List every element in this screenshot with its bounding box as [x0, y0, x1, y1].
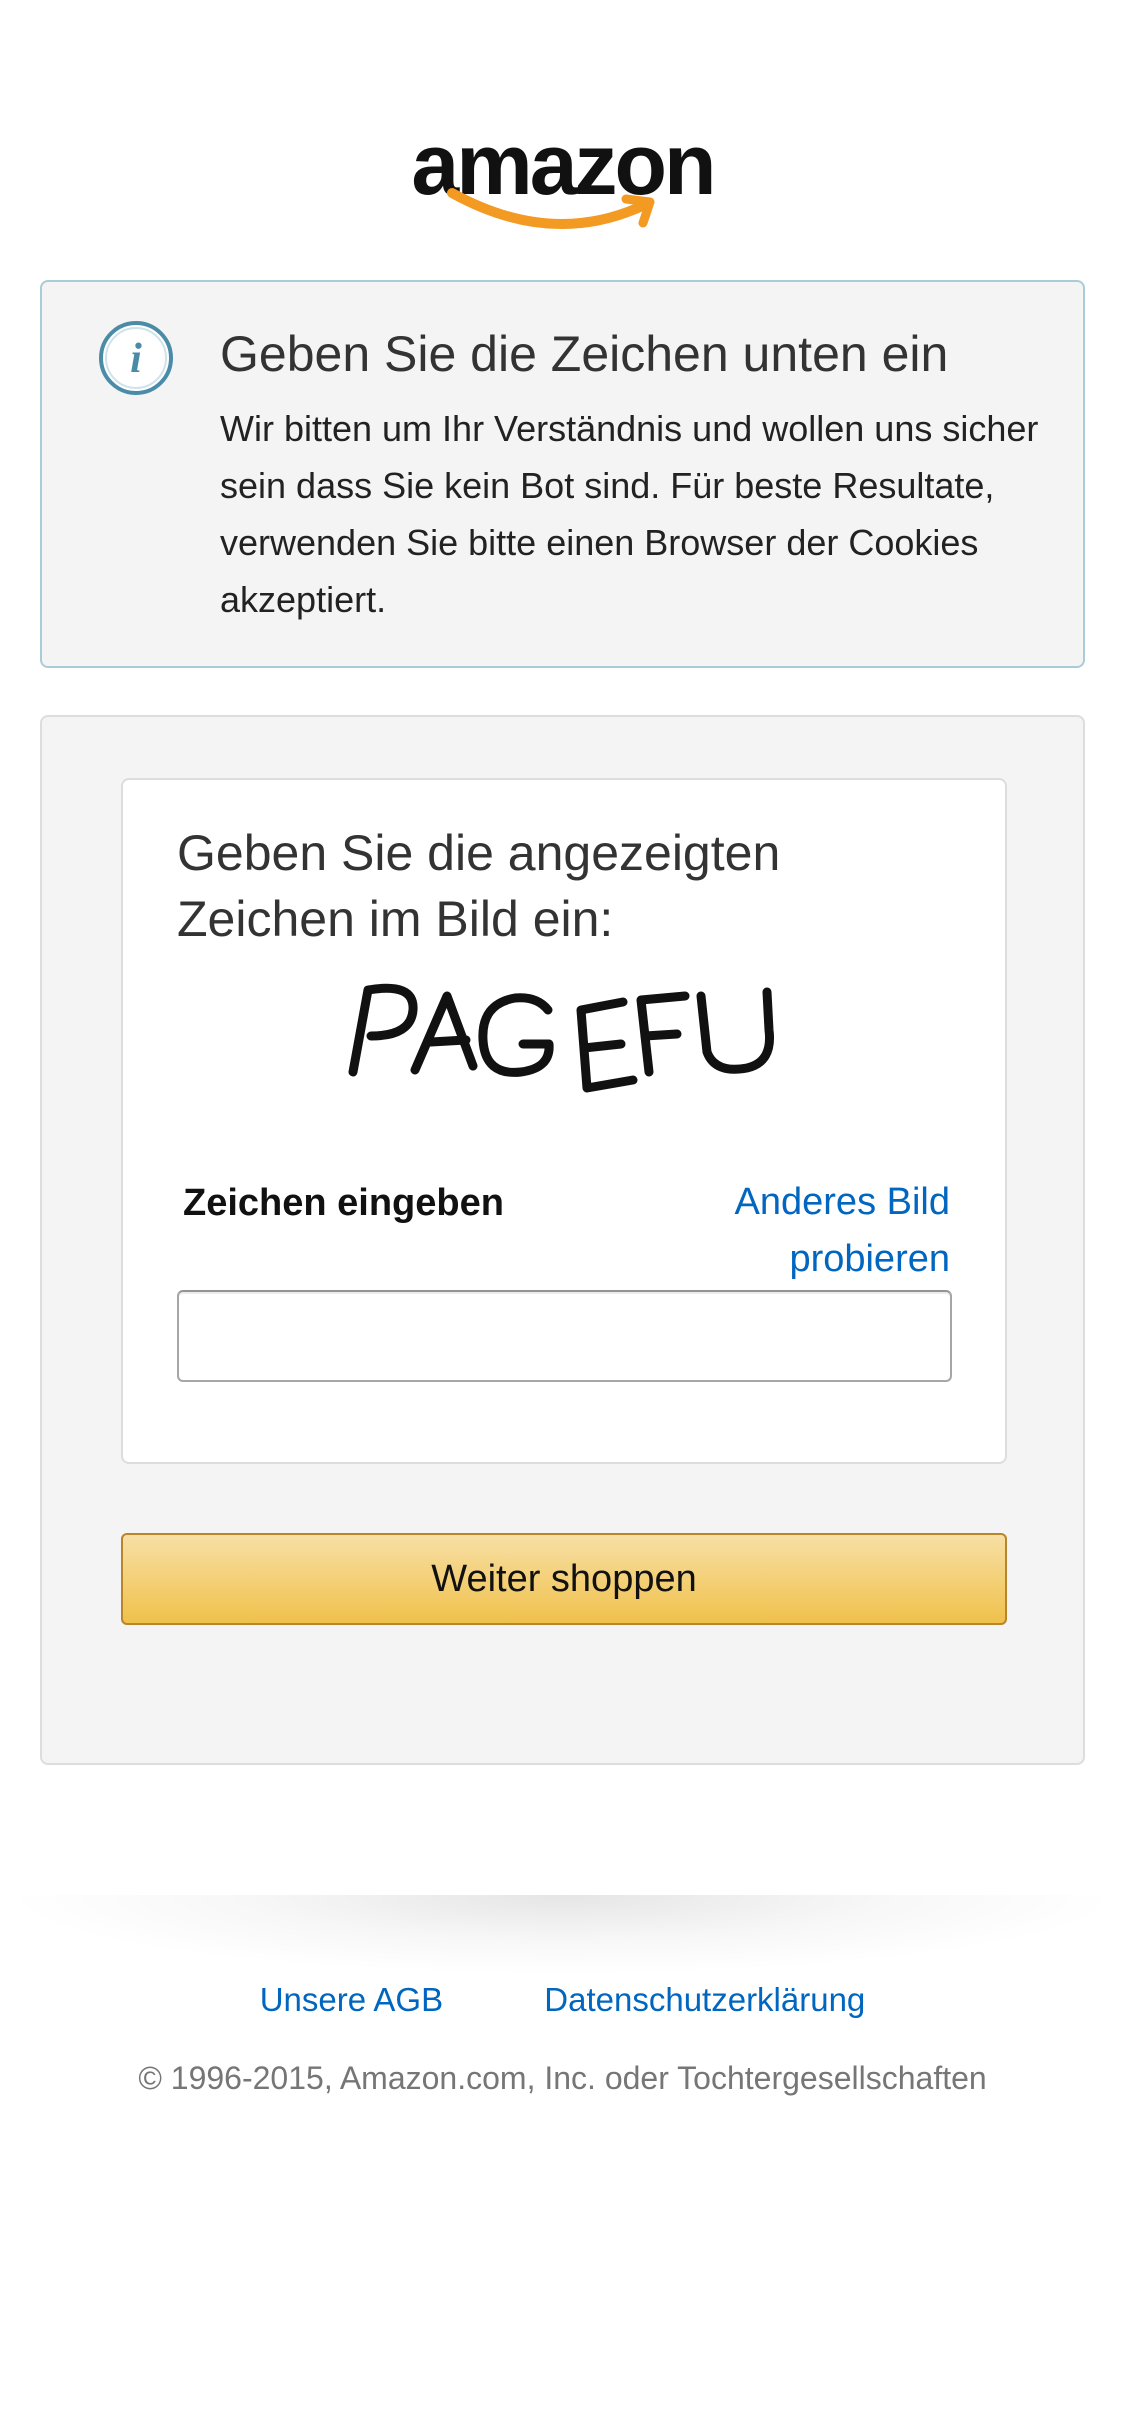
try-other-image-link[interactable]: Anderes Bild probieren [650, 1174, 950, 1288]
continue-shopping-button[interactable]: Weiter shoppen [121, 1533, 1007, 1625]
amazon-logo: amazon [400, 115, 725, 235]
captcha-form: Geben Sie die angezeigten Zeichen im Bil… [40, 715, 1085, 1765]
info-message: Wir bitten um Ihr Verständnis und wollen… [220, 408, 1039, 620]
copyright-notice: © 1996-2015, Amazon.com, Inc. oder Tocht… [138, 2060, 987, 2096]
info-title: Geben Sie die Zeichen unten ein [220, 326, 949, 382]
footer-divider [0, 1895, 1125, 1975]
captcha-card: Geben Sie die angezeigten Zeichen im Bil… [121, 778, 1007, 1464]
info-alert-box: i Geben Sie die Zeichen unten ein Wir bi… [40, 280, 1085, 668]
info-icon: i [99, 321, 173, 395]
captcha-input[interactable] [177, 1290, 952, 1382]
terms-link[interactable]: Unsere AGB [260, 1975, 443, 2025]
privacy-link[interactable]: Datenschutzerklärung [544, 1975, 865, 2025]
footer-links: Unsere AGB Datenschutzerklärung [0, 1975, 1125, 2025]
captcha-image [348, 983, 775, 1093]
logo-smile-icon [447, 188, 655, 229]
captcha-prompt: Geben Sie die angezeigten Zeichen im Bil… [177, 825, 781, 947]
captcha-field-label: Zeichen eingeben [183, 1182, 504, 1224]
svg-text:i: i [130, 336, 142, 382]
